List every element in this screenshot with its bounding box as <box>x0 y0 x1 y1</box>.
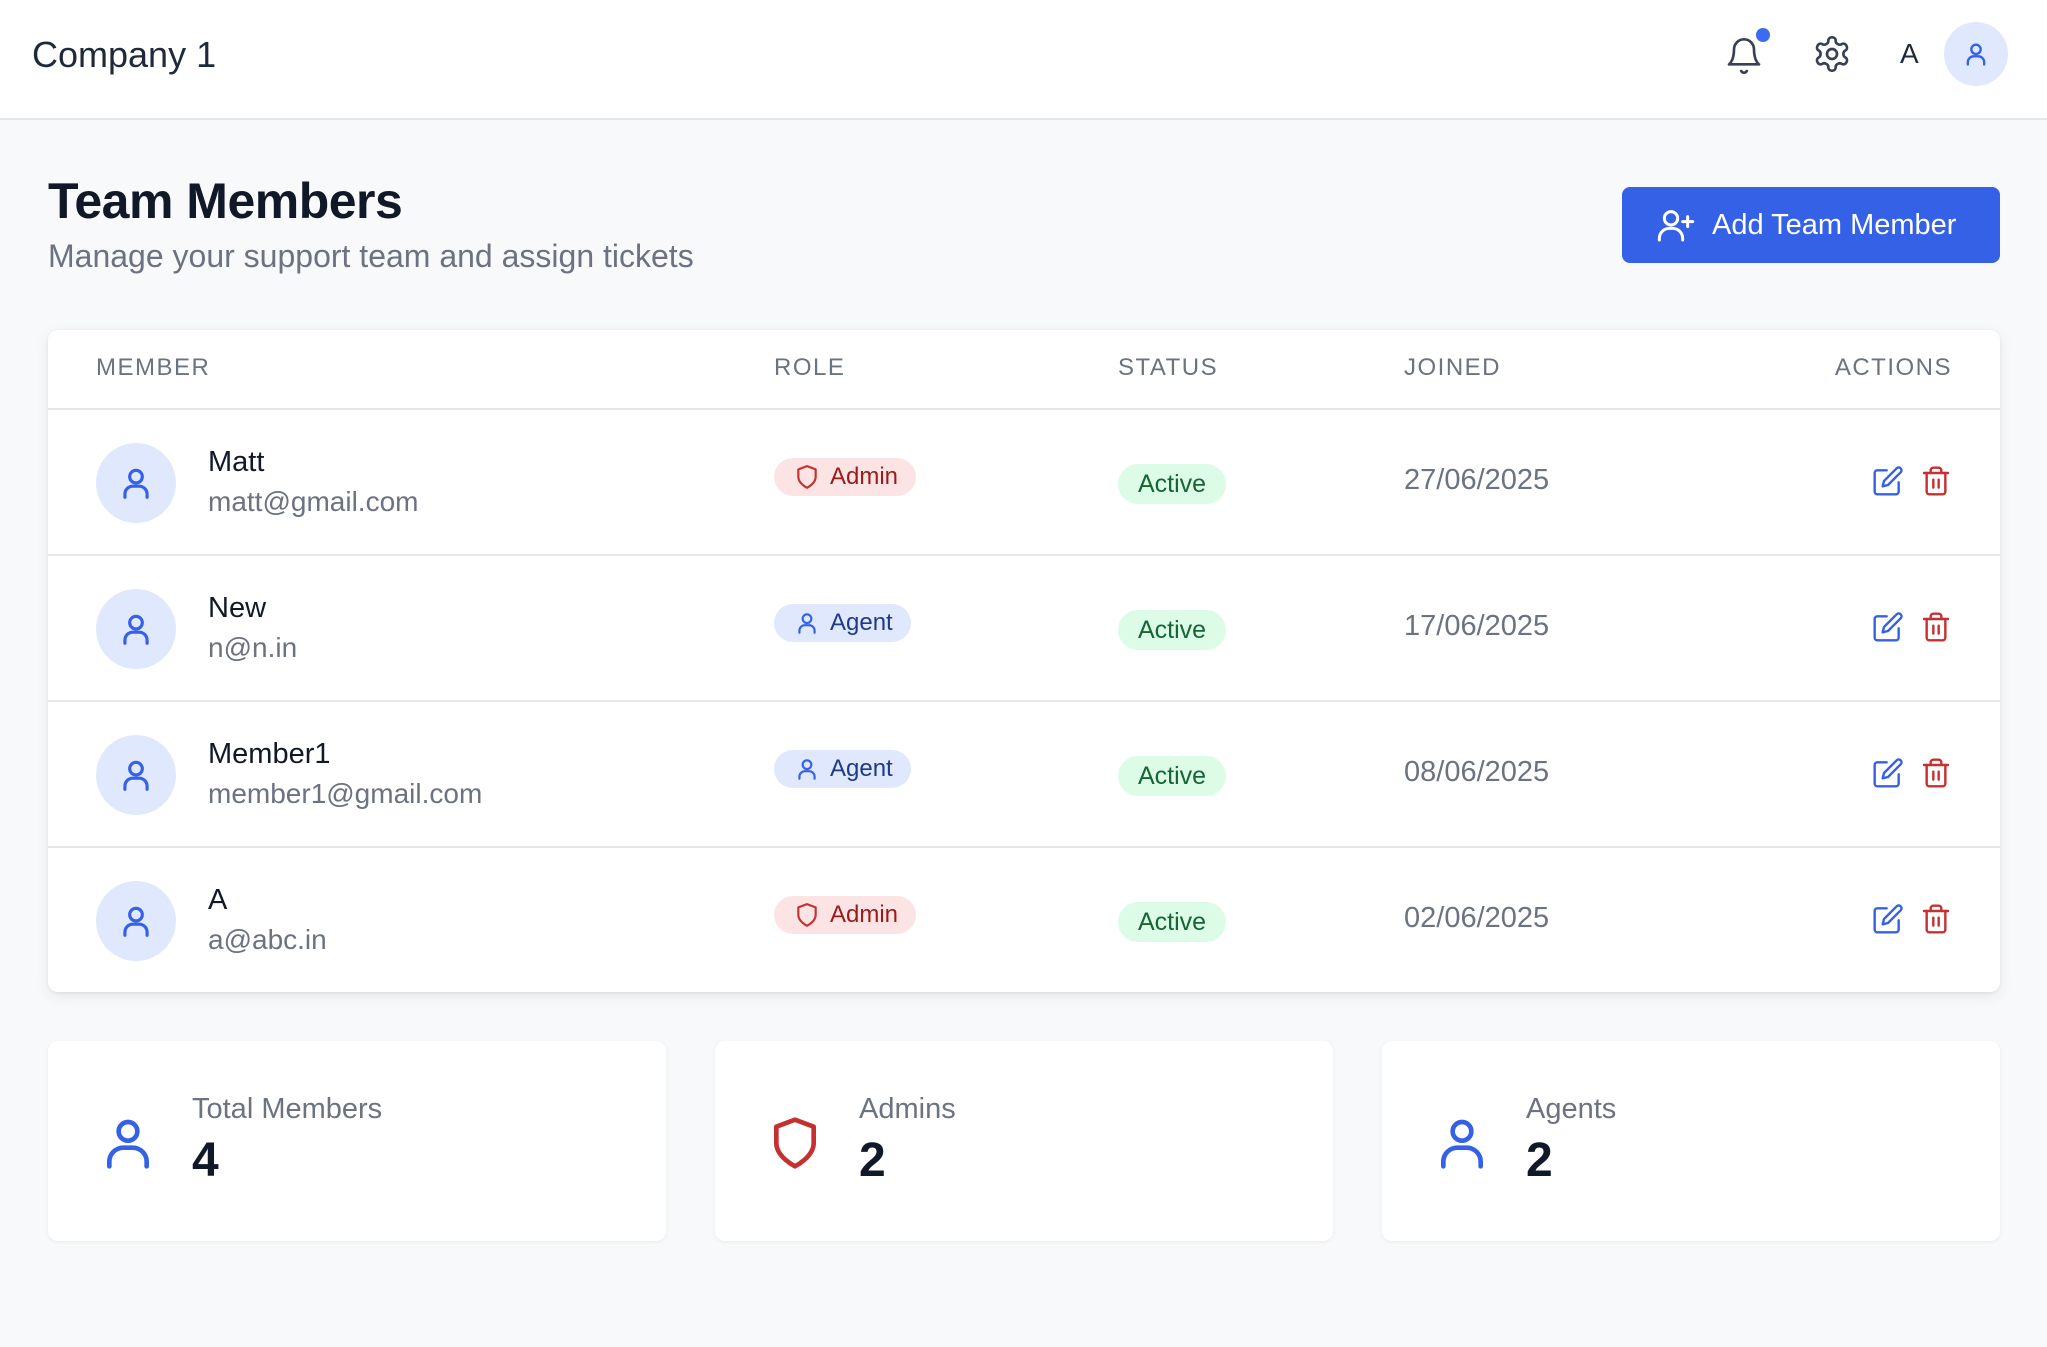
trash-icon[interactable] <box>1920 902 1952 936</box>
column-header-status: STATUS <box>1118 354 1219 381</box>
trash-icon[interactable] <box>1920 756 1952 790</box>
user-icon <box>123 614 149 645</box>
status-badge: Active <box>1118 610 1227 650</box>
role-badge-admin: Admin <box>774 458 917 496</box>
edit-icon[interactable] <box>1872 902 1904 936</box>
user-icon <box>1441 1119 1483 1169</box>
joined-date: 27/06/2025 <box>1404 464 1550 496</box>
status-badge: Active <box>1118 464 1227 504</box>
table-row: Matt matt@gmail.com Admin Active 27/06/2… <box>48 410 2000 556</box>
trash-icon[interactable] <box>1920 464 1952 498</box>
user-initial[interactable]: A <box>1900 38 1919 70</box>
user-icon <box>798 759 816 780</box>
stat-card-agents: Agents 2 <box>1382 1041 2000 1241</box>
gear-icon[interactable] <box>1812 34 1852 74</box>
user-icon <box>123 760 149 791</box>
stat-card-total-members: Total Members 4 <box>48 1041 666 1241</box>
role-badge-agent: Agent <box>774 604 911 642</box>
top-bar: Company 1 A <box>0 0 2047 120</box>
joined-date: 17/06/2025 <box>1404 610 1550 642</box>
trash-icon[interactable] <box>1920 610 1952 644</box>
company-name: Company 1 <box>32 34 217 75</box>
member-email: matt@gmail.com <box>208 486 419 517</box>
user-icon <box>107 1119 150 1169</box>
page-subtitle: Manage your support team and assign tick… <box>48 238 694 274</box>
joined-date: 08/06/2025 <box>1404 756 1550 788</box>
status-badge: Active <box>1118 902 1227 942</box>
stat-label: Agents <box>1526 1093 1617 1125</box>
user-plus-icon <box>1657 210 1695 242</box>
edit-icon[interactable] <box>1872 464 1904 498</box>
page-title: Team Members <box>48 173 403 229</box>
table-row: A a@abc.in Admin Active 02/06/2025 <box>48 848 2000 992</box>
stat-value: 4 <box>192 1134 219 1187</box>
avatar[interactable] <box>1944 22 2008 86</box>
member-name: New <box>208 592 267 624</box>
role-label: Agent <box>830 609 893 636</box>
stat-value: 2 <box>1526 1134 1553 1187</box>
member-email: a@abc.in <box>208 924 327 955</box>
member-name: A <box>208 884 228 916</box>
member-avatar <box>96 881 176 961</box>
stat-label: Total Members <box>192 1093 383 1125</box>
table-row: New n@n.in Agent Active 17/06/2025 <box>48 556 2000 702</box>
user-icon <box>123 468 149 499</box>
role-badge-agent: Agent <box>774 750 911 788</box>
edit-icon[interactable] <box>1872 756 1904 790</box>
joined-date: 02/06/2025 <box>1404 902 1550 934</box>
stat-value: 2 <box>859 1134 886 1187</box>
user-icon <box>1966 43 1986 66</box>
member-email: member1@gmail.com <box>208 778 483 809</box>
table-header: MEMBER ROLE STATUS JOINED ACTIONS <box>48 330 2000 410</box>
user-icon <box>123 906 149 937</box>
member-name: Member1 <box>208 738 331 770</box>
stat-label: Admins <box>859 1093 956 1125</box>
team-members-table: MEMBER ROLE STATUS JOINED ACTIONS Matt m… <box>48 330 2000 992</box>
user-icon <box>798 613 816 634</box>
add-team-member-label: Add Team Member <box>1712 208 1957 241</box>
member-avatar <box>96 735 176 815</box>
shield-icon <box>797 903 817 927</box>
role-label: Admin <box>830 463 899 490</box>
status-badge: Active <box>1118 756 1227 796</box>
add-team-member-button[interactable]: Add Team Member <box>1622 187 2000 263</box>
member-email: n@n.in <box>208 632 298 663</box>
shield-icon <box>797 465 817 489</box>
member-avatar <box>96 589 176 669</box>
role-label: Agent <box>830 755 893 782</box>
column-header-joined: JOINED <box>1404 354 1502 381</box>
column-header-actions: ACTIONS <box>1834 354 1952 381</box>
column-header-role: ROLE <box>774 354 846 381</box>
role-badge-admin: Admin <box>774 896 917 934</box>
edit-icon[interactable] <box>1872 610 1904 644</box>
member-avatar <box>96 443 176 523</box>
notification-dot <box>1756 28 1770 42</box>
member-name: Matt <box>208 446 265 478</box>
stat-card-admins: Admins 2 <box>715 1041 1333 1241</box>
table-row: Member1 member1@gmail.com Agent Active 0… <box>48 702 2000 848</box>
role-label: Admin <box>830 901 899 928</box>
shield-icon <box>774 1117 816 1169</box>
column-header-member: MEMBER <box>96 354 211 381</box>
